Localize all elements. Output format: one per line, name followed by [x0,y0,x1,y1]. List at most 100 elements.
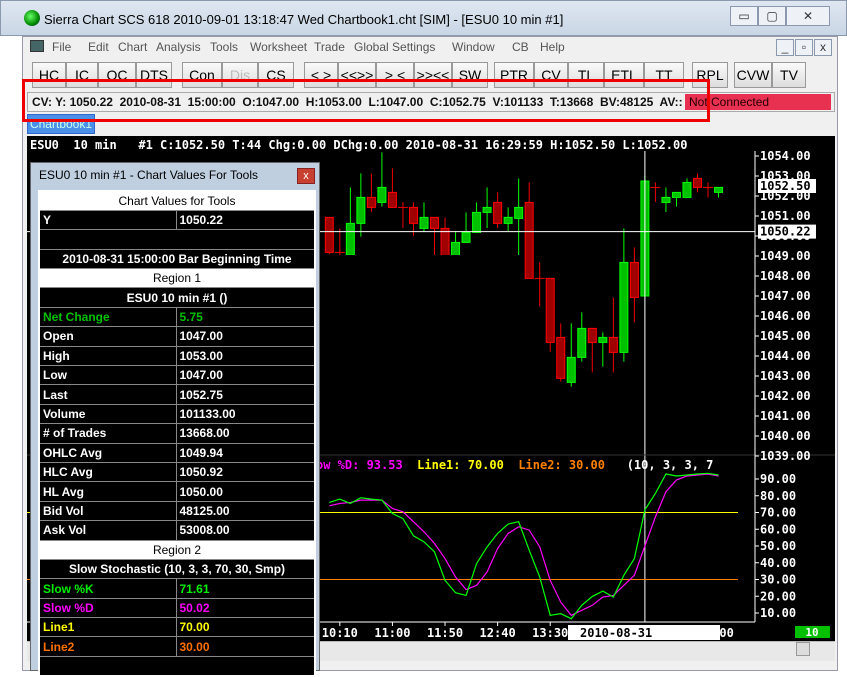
time-tick-label: 11:50 [427,626,463,640]
table-row: Y 1050.22 [38,209,316,231]
price-tick-label: 1044.00 [760,349,811,363]
candle [482,187,492,228]
table-row: 2010-08-31 15:00:00 Bar Beginning Time [38,248,316,270]
slow-d-line [329,473,719,617]
candle [472,202,482,233]
row-label: Region 1 [38,268,316,289]
price-tick-label: 1045.00 [760,329,811,343]
table-row: ESU0 10 min #1 () [38,287,316,308]
price-tick-label: 1043.00 [760,369,811,383]
time-tick-label: 12:40 [480,626,516,640]
row-label: Region 2 [38,539,316,560]
row-value: 53008.00 [175,520,316,541]
candle [366,173,376,212]
row-label [38,655,316,677]
table-row: Region 2 [38,539,316,560]
price-tick-label: 1049.00 [760,249,811,263]
candle [556,323,566,382]
highlight-rectangle [22,79,710,122]
row-value: 5.75 [175,306,316,328]
candle [430,216,439,255]
row-label [38,229,316,250]
row-value: 1049.94 [175,442,316,463]
table-row: Chart Values for Tools [38,190,316,211]
table-row: Line2 30.00 [38,636,316,657]
row-label: Net Change [38,306,177,328]
row-value: 13668.00 [175,423,316,444]
table-row: # of Trades 13668.00 [38,423,316,444]
row-value: 1052.75 [175,384,316,405]
table-row: Volume 101133.00 [38,403,316,425]
table-row: Last 1052.75 [38,384,316,405]
cursor-date-label: 2010-08-31 [580,626,652,640]
stoch-tick-label: 10.00 [760,606,796,620]
stoch-tick-label: 80.00 [760,489,796,503]
row-value: 101133.00 [175,403,316,425]
row-value: 1047.00 [175,326,316,347]
candle [629,247,639,323]
candle [377,152,387,207]
table-row: Low 1047.00 [38,365,316,386]
candle [703,182,714,198]
study-params-label: (10, 3, 3, 7 [626,458,714,472]
row-value: 1053.00 [175,345,316,367]
table-row: Region 1 [38,268,316,289]
price-tick-label: 1048.00 [760,269,811,283]
table-row: HL Avg 1050.00 [38,481,316,502]
row-label: Chart Values for Tools [38,190,316,211]
table-row: Bid Vol 48125.00 [38,500,316,522]
time-tick-label: 10:10 [322,626,358,640]
stoch-tick-label: 50.00 [760,539,796,553]
stoch-tick-label: 70.00 [760,506,796,520]
row-label: Line2 [38,636,177,657]
row-label: OHLC Avg [38,442,177,463]
table-row: Slow %D 50.02 [38,597,316,619]
candle [345,187,355,256]
table-row [38,655,316,677]
table-row: Net Change 5.75 [38,306,316,328]
price-tick-label: 1051.00 [760,209,811,223]
candle [461,212,471,243]
row-value: 1050.00 [175,481,316,502]
row-value: 30.00 [175,636,316,657]
table-row: HLC Avg 1050.92 [38,461,316,483]
stoch-tick-label: 20.00 [760,589,796,603]
line1-label: Line1: 70.00 [417,458,504,472]
candle [661,187,671,212]
row-value: 1050.92 [175,461,316,483]
table-row: OHLC Avg 1049.94 [38,442,316,463]
row-label: 2010-08-31 15:00:00 Bar Beginning Time [38,248,316,270]
table-row: High 1053.00 [38,345,316,367]
price-tick-label: 1040.00 [760,429,811,443]
candle [693,173,702,193]
row-label: Slow %K [38,578,177,599]
row-label: Volume [38,403,177,425]
row-value: 1050.22 [175,209,316,231]
row-label: Low [38,365,177,386]
row-value: 70.00 [175,617,316,638]
dialog-close-button[interactable]: x [297,168,315,184]
slow-d-label: ow %D: 93.53 [316,458,403,472]
candle [534,262,545,307]
row-label: # of Trades [38,423,177,444]
candle [514,178,524,255]
stoch-tick-label: 90.00 [760,472,796,486]
price-tick-label: 1041.00 [760,409,811,423]
row-label: Slow Stochastic (10, 3, 3, 70, 30, Smp) [38,558,316,580]
row-label: Line1 [38,617,177,638]
chart-values-dialog: ESU0 10 min #1 - Chart Values For Tools … [30,162,320,677]
last-price-label: 1052.50 [760,179,811,193]
stoch-tick-label: 60.00 [760,522,796,536]
row-label: Slow %D [38,597,177,619]
candle [493,192,503,228]
price-tick-label: 1054.00 [760,149,811,163]
candle [619,228,629,362]
candle [545,277,555,352]
candle [608,297,618,373]
candle [682,178,692,198]
time-tick-label: 13:30 [532,626,568,640]
row-label: ESU0 10 min #1 () [38,287,316,308]
row-value: 50.02 [175,597,316,619]
candle [714,186,724,198]
row-label: Open [38,326,177,347]
